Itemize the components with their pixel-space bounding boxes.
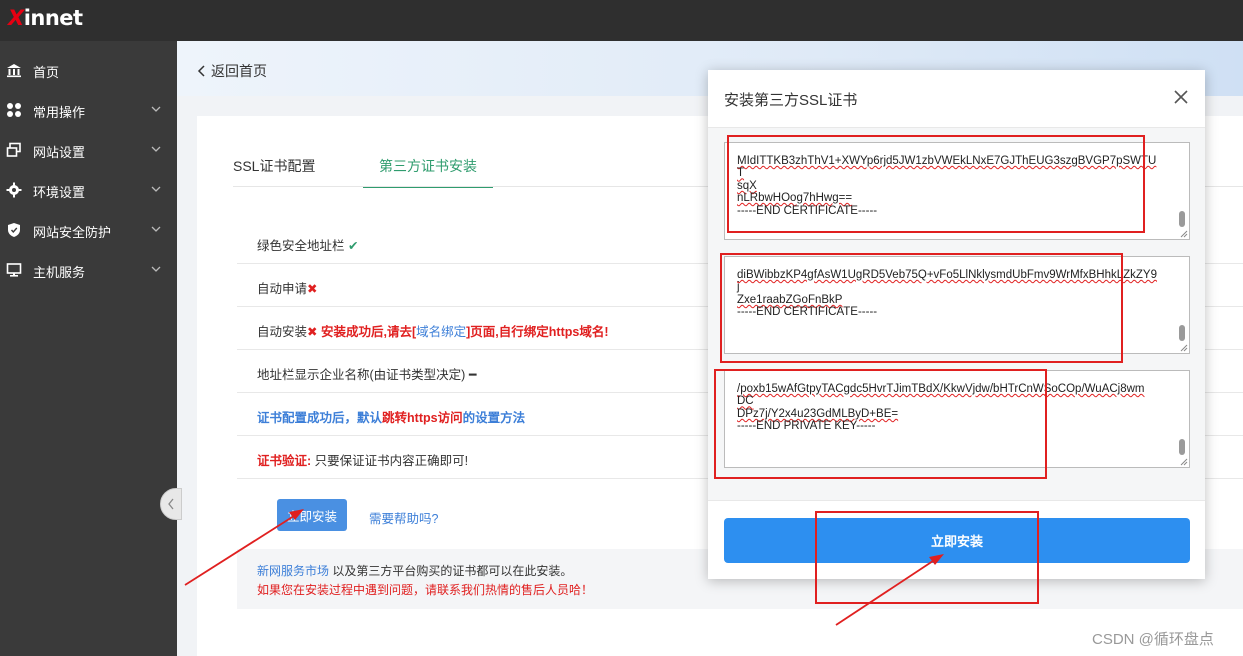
annotation-arrows: [184, 509, 944, 626]
annotation-arrow-right: [835, 554, 944, 626]
annotation-arrow-left: [184, 509, 304, 586]
csdn-watermark: CSDN @循环盘点: [1092, 631, 1214, 648]
